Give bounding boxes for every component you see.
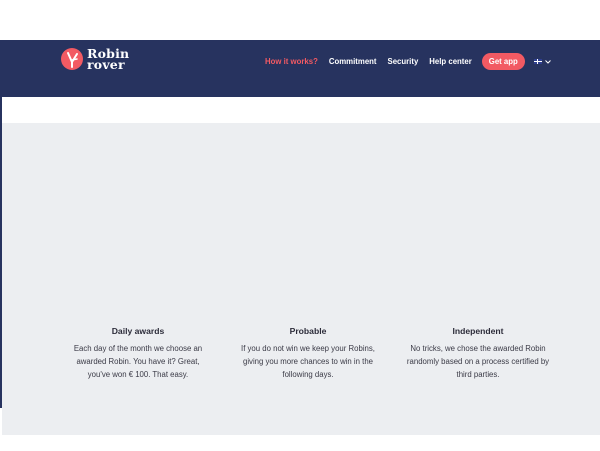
chevron-down-icon (544, 59, 551, 64)
feature-daily-awards: Daily awards Each day of the month we ch… (63, 326, 213, 381)
feature-title: Probable (289, 326, 327, 336)
feature-line: If you do not win we keep your Robins, (241, 344, 375, 353)
feature-line: awarded Robin. You have it? Great, (76, 357, 200, 366)
logo[interactable]: Robin rover (61, 47, 129, 72)
top-navbar: Robin rover How it works? Commitment Sec… (0, 40, 600, 97)
feature-line: Each day of the month we choose an (73, 344, 203, 353)
feature-title: Independent (452, 326, 504, 336)
brand-line-2: rover (87, 57, 125, 72)
flag-uk-icon (533, 59, 542, 64)
feature-title: Daily awards (111, 326, 165, 336)
feature-description: Each day of the month we choose an award… (63, 342, 213, 381)
hero-section (2, 123, 600, 435)
feature-description: If you do not win we keep your Robins, g… (233, 342, 383, 381)
feature-line: randomly based on a process certified by (406, 357, 550, 366)
feature-line: giving you more chances to win in the (242, 357, 374, 366)
features-row: Daily awards Each day of the month we ch… (63, 326, 553, 381)
feature-line: you've won € 100. That easy. (87, 370, 189, 379)
feature-independent: Independent No tricks, we chose the awar… (403, 326, 553, 381)
feature-line: following days. (282, 370, 334, 379)
feature-line: No tricks, we chose the awarded Robin (410, 344, 546, 353)
nav-link-commitment[interactable]: Commitment (329, 53, 377, 70)
feature-description: No tricks, we chose the awarded Robin ra… (403, 342, 553, 381)
nav-link-help-center[interactable]: Help center (429, 53, 471, 70)
nav-link-security[interactable]: Security (388, 53, 419, 70)
feature-line: third parties. (456, 370, 500, 379)
robin-logo-icon (61, 48, 83, 70)
language-selector[interactable] (533, 59, 551, 64)
nav-menu: How it works? Commitment Security Help c… (265, 53, 551, 70)
feature-probable: Probable If you do not win we keep your … (233, 326, 383, 381)
brand-name: Robin rover (87, 47, 129, 72)
get-app-button[interactable]: Get app (481, 53, 525, 70)
nav-link-how-it-works[interactable]: How it works? (265, 53, 318, 70)
